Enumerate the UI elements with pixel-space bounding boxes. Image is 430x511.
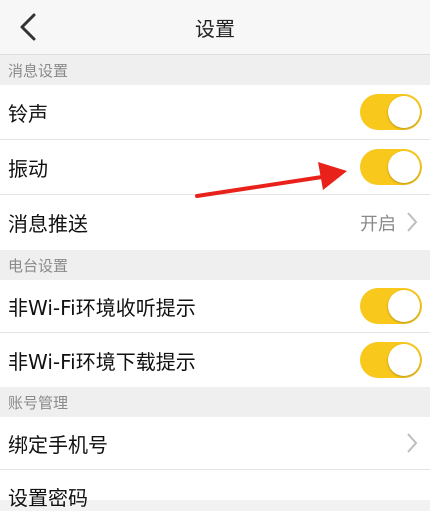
bind-phone-row[interactable]: 绑定手机号 [0, 417, 430, 469]
section-header-radio: 电台设置 [0, 250, 430, 280]
bind-phone-label: 绑定手机号 [8, 432, 108, 457]
vibrate-label: 振动 [8, 156, 48, 181]
chevron-right-icon [404, 431, 420, 455]
page-title: 设置 [195, 16, 235, 41]
section-header-account: 账号管理 [0, 387, 430, 417]
wifi-listen-label: 非Wi-Fi环境收听提示 [8, 295, 196, 320]
ringtone-label: 铃声 [8, 101, 48, 126]
push-label: 消息推送 [8, 212, 88, 236]
wifi-download-toggle[interactable] [360, 342, 422, 378]
wifi-download-label: 非Wi-Fi环境下载提示 [8, 349, 196, 374]
toggle-knob [388, 344, 420, 376]
chevron-left-icon [20, 13, 36, 41]
wifi-listen-row: 非Wi-Fi环境收听提示 [0, 280, 430, 332]
vibrate-toggle[interactable] [360, 149, 422, 185]
ringtone-toggle[interactable] [360, 94, 422, 130]
toggle-knob [388, 151, 420, 183]
set-password-label: 设置密码 [8, 486, 88, 510]
wifi-listen-toggle[interactable] [360, 288, 422, 324]
section-header-message: 消息设置 [0, 55, 430, 85]
chevron-right-icon [404, 210, 420, 234]
vibrate-row: 振动 [0, 140, 430, 194]
push-row[interactable]: 消息推送 开启 [0, 195, 430, 250]
header-bar: 设置 [0, 0, 430, 55]
toggle-knob [388, 290, 420, 322]
wifi-download-row: 非Wi-Fi环境下载提示 [0, 333, 430, 387]
ringtone-row: 铃声 [0, 85, 430, 139]
set-password-row[interactable]: 设置密码 [0, 470, 430, 510]
toggle-knob [388, 96, 420, 128]
push-status-value: 开启 [360, 213, 396, 235]
back-button[interactable] [8, 8, 48, 46]
